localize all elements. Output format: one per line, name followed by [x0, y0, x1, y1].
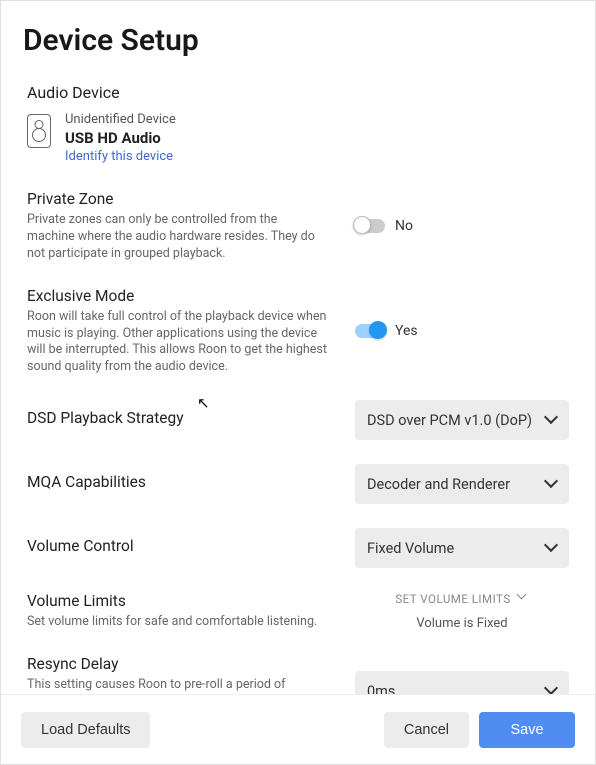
chevron-down-icon	[545, 542, 557, 554]
volume-control-value: Fixed Volume	[367, 540, 454, 557]
device-subtitle: Unidentified Device	[65, 112, 176, 127]
exclusive-mode-label: Exclusive Mode	[27, 287, 335, 305]
chevron-down-icon	[545, 478, 557, 490]
audio-device-heading: Audio Device	[27, 83, 569, 102]
device-name: USB HD Audio	[65, 129, 176, 147]
resync-value: 0ms	[367, 683, 395, 694]
dialog-footer: Load Defaults Cancel Save	[1, 694, 595, 764]
mqa-select[interactable]: Decoder and Renderer	[355, 464, 569, 504]
private-zone-toggle[interactable]	[355, 219, 385, 233]
resync-select[interactable]: 0ms	[355, 671, 569, 694]
cancel-button[interactable]: Cancel	[384, 712, 469, 748]
private-zone-value: No	[395, 218, 413, 234]
exclusive-mode-desc: Roon will take full control of the playb…	[27, 309, 327, 377]
chevron-down-icon	[545, 685, 557, 694]
identify-device-link[interactable]: Identify this device	[65, 149, 176, 164]
set-volume-limits-button[interactable]: SET VOLUME LIMITS	[395, 592, 528, 606]
resync-desc: This setting causes Roon to pre-roll a p…	[27, 677, 327, 694]
load-defaults-button[interactable]: Load Defaults	[21, 712, 150, 748]
private-zone-desc: Private zones can only be controlled fro…	[27, 212, 327, 263]
volume-control-label: Volume Control	[27, 537, 335, 555]
exclusive-mode-toggle[interactable]	[355, 324, 385, 338]
save-button[interactable]: Save	[479, 712, 575, 748]
speaker-icon	[27, 114, 51, 148]
resync-label: Resync Delay	[27, 655, 335, 673]
chevron-down-icon	[545, 414, 557, 426]
chevron-down-icon	[517, 593, 529, 605]
page-title: Device Setup	[1, 1, 595, 58]
volume-limits-status: Volume is Fixed	[416, 616, 507, 631]
volume-limits-desc: Set volume limits for safe and comfortab…	[27, 614, 327, 631]
set-volume-limits-text: SET VOLUME LIMITS	[395, 592, 510, 606]
dsd-select-value: DSD over PCM v1.0 (DoP)	[367, 412, 532, 429]
volume-control-select[interactable]: Fixed Volume	[355, 528, 569, 568]
volume-limits-label: Volume Limits	[27, 592, 335, 610]
private-zone-label: Private Zone	[27, 190, 335, 208]
exclusive-mode-value: Yes	[395, 323, 418, 339]
dsd-label: DSD Playback Strategy	[27, 409, 335, 427]
settings-scroll-area[interactable]: Audio Device Unidentified Device USB HD …	[1, 71, 595, 694]
dsd-select[interactable]: DSD over PCM v1.0 (DoP)	[355, 400, 569, 440]
mqa-label: MQA Capabilities	[27, 473, 335, 491]
mqa-select-value: Decoder and Renderer	[367, 476, 510, 493]
